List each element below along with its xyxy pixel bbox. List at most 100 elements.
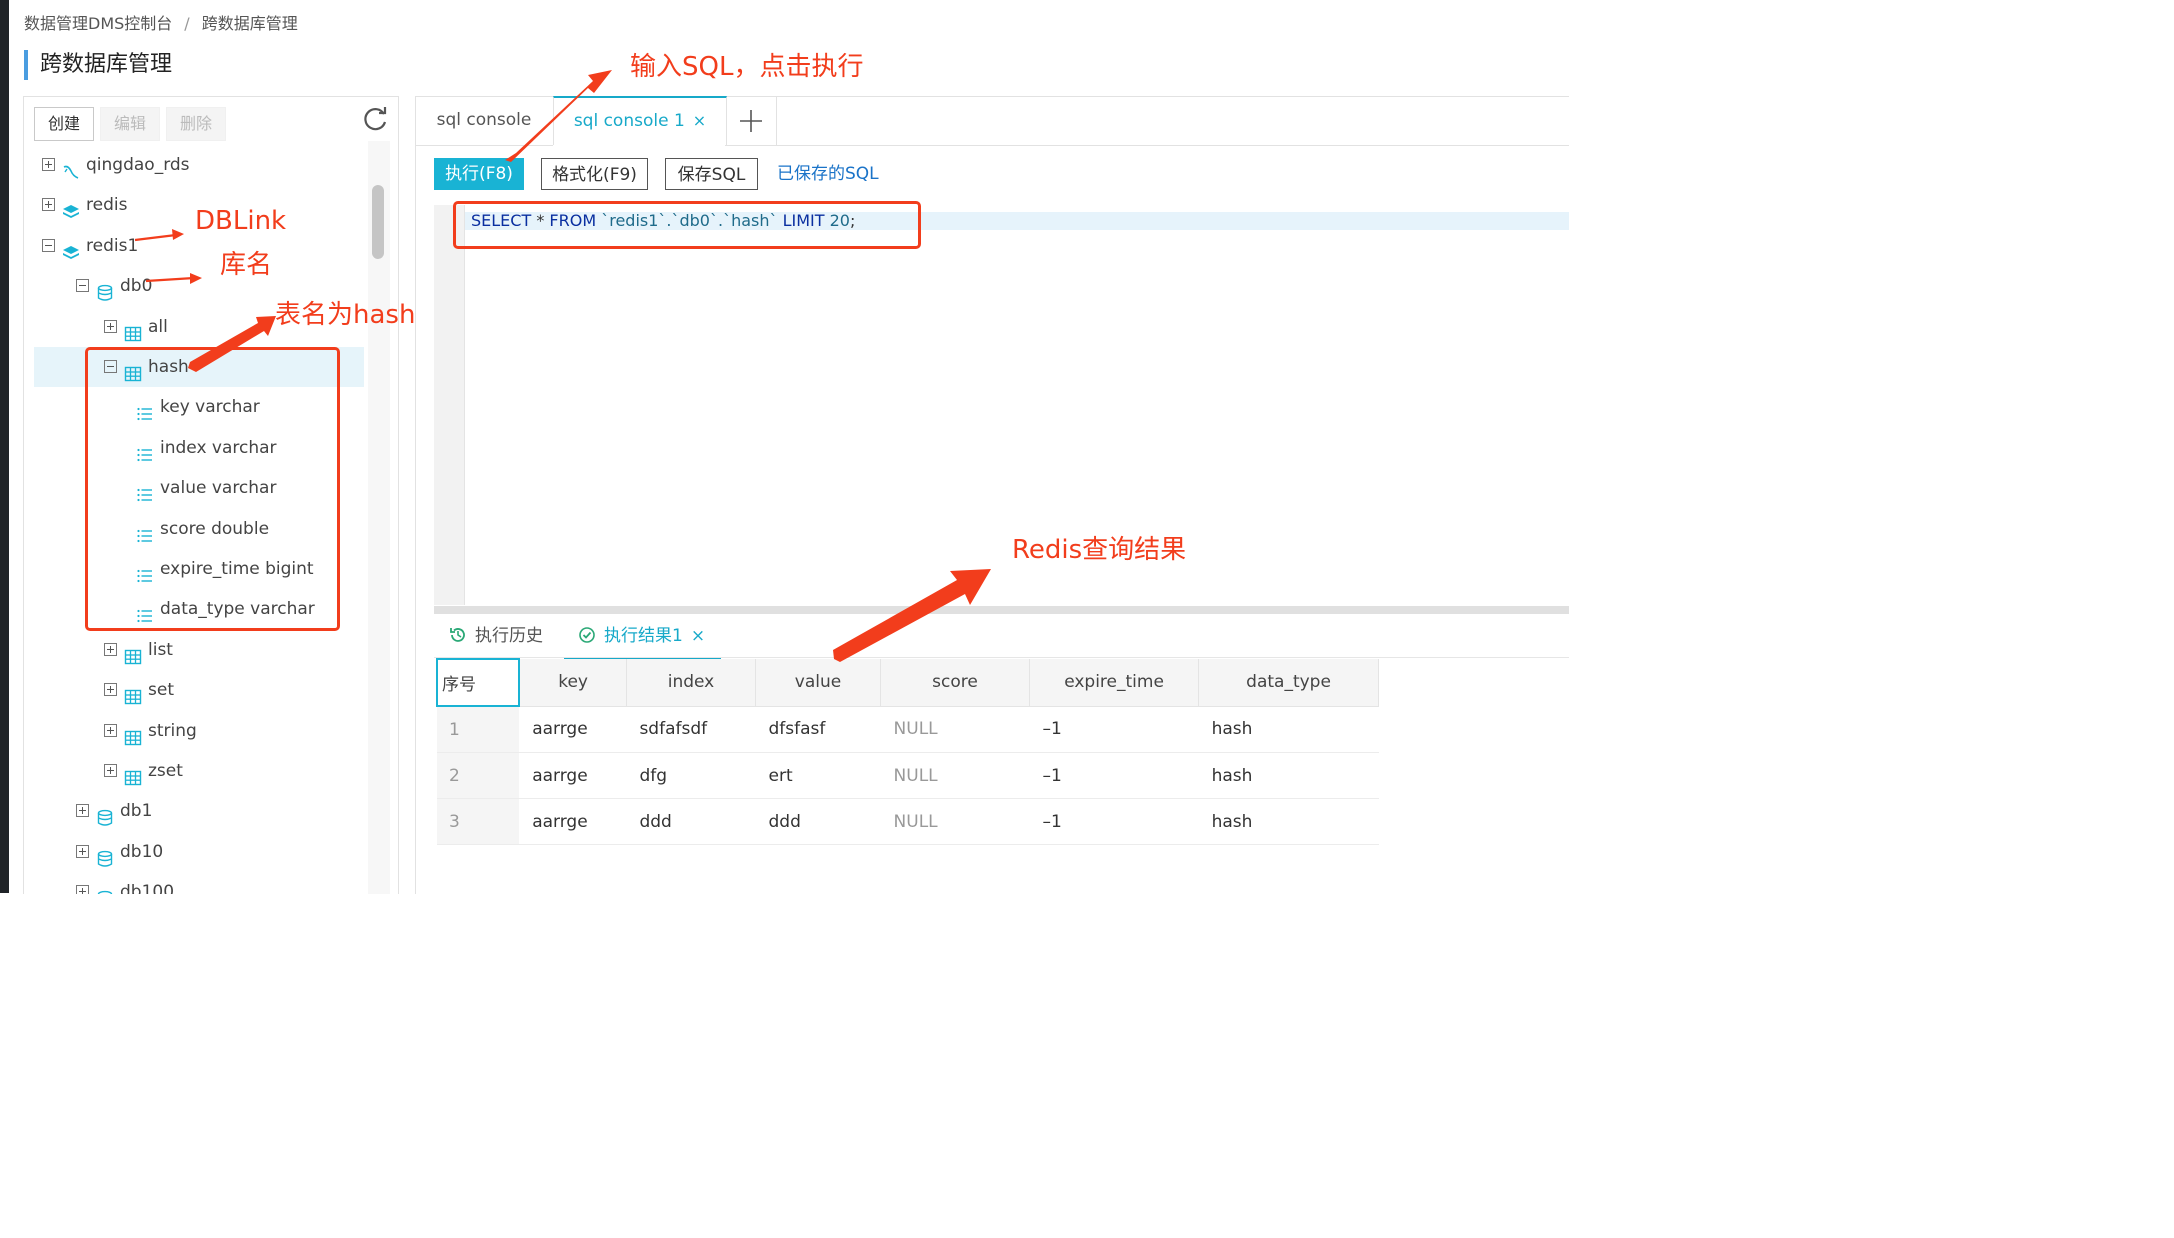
close-result-icon[interactable]: × xyxy=(691,626,705,646)
rds-icon xyxy=(62,156,80,179)
column-header-6[interactable]: data_type xyxy=(1198,659,1379,707)
collapse-toggle-icon[interactable] xyxy=(42,238,55,252)
hash-columns-highlight-box xyxy=(85,347,340,631)
tab-sql-console[interactable]: sql console xyxy=(416,97,552,145)
expand-toggle-icon[interactable] xyxy=(104,683,117,697)
sql-highlight-box xyxy=(453,201,921,249)
table-cell[interactable]: aarrge xyxy=(519,752,627,799)
tree-node-label: all xyxy=(148,316,168,337)
table-cell[interactable]: –1 xyxy=(1029,752,1199,799)
table-cell[interactable]: hash xyxy=(1198,752,1379,799)
run-button[interactable]: 执行(F8) xyxy=(434,158,524,190)
database-icon xyxy=(96,802,114,827)
format-button[interactable]: 格式化(F9) xyxy=(541,158,648,190)
table-cell[interactable]: NULL xyxy=(880,798,1030,845)
column-header-3[interactable]: value xyxy=(755,659,882,707)
table-cell[interactable]: –1 xyxy=(1029,706,1199,753)
page-title: 跨数据库管理 xyxy=(24,50,172,80)
column-header-2[interactable]: index xyxy=(626,659,757,707)
expand-toggle-icon[interactable] xyxy=(104,723,117,737)
close-tab-icon[interactable]: × xyxy=(693,111,706,130)
active-tab-gap xyxy=(553,145,725,146)
expand-toggle-icon[interactable] xyxy=(104,764,117,777)
column-header-1[interactable]: key xyxy=(519,659,627,707)
table-cell[interactable]: sdfafsdf xyxy=(626,706,756,753)
tree-node-label: redis1 xyxy=(86,235,139,256)
table-cell[interactable]: dfsfasf xyxy=(755,706,881,753)
expand-toggle-icon[interactable] xyxy=(76,804,89,818)
sql-editor[interactable]: SELECT * FROM `redis1`.`db0`.`hash` LIMI… xyxy=(434,205,1569,605)
table-row[interactable]: 3 aarrge ddd ddd NULL –1 hash xyxy=(437,798,1379,845)
save-sql-button[interactable]: 保存SQL xyxy=(665,158,758,190)
breadcrumb-root[interactable]: 数据管理DMS控制台 xyxy=(24,14,172,33)
tab-sql-console-1[interactable]: sql console 1 × xyxy=(553,96,727,146)
annotation-table-name: 表名为hash xyxy=(275,300,416,330)
result-label: 执行结果1 xyxy=(604,626,683,646)
table-cell[interactable]: hash xyxy=(1198,706,1379,753)
tree-node-qingdao-rds[interactable]: qingdao_rds xyxy=(34,145,364,185)
table-row[interactable]: 2 aarrge dfg ert NULL –1 hash xyxy=(437,752,1379,799)
table-icon xyxy=(124,681,142,705)
table-icon xyxy=(124,318,142,341)
table-cell[interactable]: –1 xyxy=(1029,798,1199,845)
tab-execution-result-1[interactable]: 执行结果1 × xyxy=(564,617,721,660)
table-cell[interactable]: ddd xyxy=(626,798,756,845)
column-header-4[interactable]: score xyxy=(880,659,1031,707)
database-icon xyxy=(96,843,114,867)
delete-button[interactable]: 删除 xyxy=(166,107,226,141)
tree-node-string[interactable]: string xyxy=(34,711,364,751)
tree-node-list[interactable]: list xyxy=(34,630,364,670)
row-number[interactable]: 1 xyxy=(437,706,520,753)
expand-toggle-icon[interactable] xyxy=(104,319,117,333)
saved-sql-link[interactable]: 已保存的SQL xyxy=(777,158,879,190)
table-icon xyxy=(124,762,142,786)
table-cell[interactable]: NULL xyxy=(880,752,1030,799)
refresh-icon[interactable] xyxy=(360,105,390,135)
expand-toggle-icon[interactable] xyxy=(76,885,89,894)
tab-execution-history[interactable]: 执行历史 xyxy=(449,617,543,657)
breadcrumb-current: 跨数据库管理 xyxy=(201,14,298,33)
column-header-0[interactable]: 序号 xyxy=(435,658,521,707)
tree-node-label: list xyxy=(148,639,173,660)
tree-node-label: redis xyxy=(86,195,128,216)
tree-node-label: string xyxy=(148,720,197,741)
expand-toggle-icon[interactable] xyxy=(76,844,89,858)
tree-node-db10[interactable]: db10 xyxy=(34,832,364,872)
edit-button[interactable]: 编辑 xyxy=(100,107,160,141)
expand-toggle-icon[interactable] xyxy=(42,158,55,171)
tree-node-label: set xyxy=(148,680,174,701)
table-cell[interactable]: dfg xyxy=(626,752,756,799)
table-cell[interactable]: ert xyxy=(755,752,881,799)
table-cell[interactable]: ddd xyxy=(755,798,881,845)
expand-toggle-icon[interactable] xyxy=(104,642,117,656)
expand-toggle-icon[interactable] xyxy=(42,198,55,212)
tree-node-label: qingdao_rds xyxy=(86,155,190,175)
window-edge xyxy=(0,0,9,893)
create-button[interactable]: 创建 xyxy=(34,107,94,141)
table-cell[interactable]: aarrge xyxy=(519,706,627,753)
history-label: 执行历史 xyxy=(475,626,543,646)
annotation-dblink: DBLink xyxy=(195,206,287,236)
tree-node-label: db1 xyxy=(120,801,153,822)
editor-result-splitter[interactable] xyxy=(434,606,1569,614)
row-number[interactable]: 3 xyxy=(437,798,520,845)
result-grid: 序号 key index value score expire_time data_type… xyxy=(435,658,1379,845)
collapse-toggle-icon[interactable] xyxy=(76,279,89,293)
tree-node-zset[interactable]: zset xyxy=(34,751,364,791)
table-row[interactable]: 1 aarrge sdfafsdf dfsfasf NULL –1 hash xyxy=(437,706,1379,753)
success-check-icon xyxy=(579,627,595,643)
database-icon xyxy=(96,883,114,894)
tree-node-db100[interactable]: db100 xyxy=(34,872,364,894)
tree-scrollbar-thumb[interactable] xyxy=(372,185,384,259)
table-cell[interactable]: aarrge xyxy=(519,798,627,845)
tree-node-set[interactable]: set xyxy=(34,670,364,710)
stack-icon xyxy=(62,196,80,219)
add-tab-button[interactable] xyxy=(726,97,777,145)
column-header-5[interactable]: expire_time xyxy=(1029,659,1200,707)
table-cell[interactable]: hash xyxy=(1198,798,1379,845)
table-cell[interactable]: NULL xyxy=(880,706,1030,753)
tree-node-db1[interactable]: db1 xyxy=(34,791,364,831)
breadcrumb-separator: / xyxy=(184,14,190,33)
plus-icon xyxy=(740,110,762,132)
row-number[interactable]: 2 xyxy=(437,752,520,799)
